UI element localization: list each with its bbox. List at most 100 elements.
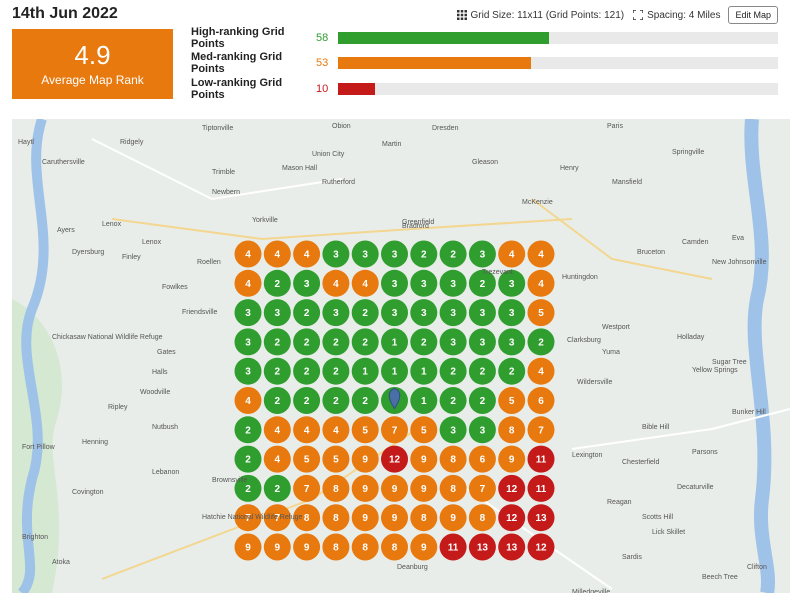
grid-point[interactable]: 2: [234, 416, 262, 444]
grid-point[interactable]: 11: [439, 533, 467, 561]
grid-point[interactable]: 3: [263, 299, 291, 327]
grid-point[interactable]: 9: [293, 533, 321, 561]
grid-point[interactable]: 3: [293, 269, 321, 297]
grid-point[interactable]: 2: [293, 387, 321, 414]
grid-point[interactable]: 12: [498, 474, 526, 502]
grid-point[interactable]: 1: [410, 357, 438, 385]
grid-point[interactable]: 8: [468, 504, 496, 532]
grid-point[interactable]: 2: [468, 387, 496, 414]
grid-point[interactable]: 9: [351, 474, 379, 502]
grid-point[interactable]: 9: [351, 445, 379, 473]
grid-point[interactable]: 3: [410, 299, 438, 327]
grid-point[interactable]: 9: [351, 504, 379, 532]
grid-point[interactable]: 2: [293, 299, 321, 327]
grid-point[interactable]: 4: [263, 445, 291, 473]
grid-point[interactable]: 9: [410, 533, 438, 561]
grid-point[interactable]: 9: [381, 474, 408, 502]
grid-point[interactable]: 7: [293, 474, 321, 502]
grid-point[interactable]: 1: [381, 328, 408, 356]
grid-point[interactable]: 12: [381, 445, 408, 473]
grid-point[interactable]: 4: [322, 269, 350, 297]
grid-point[interactable]: 3: [468, 328, 496, 356]
grid-point[interactable]: 2: [263, 269, 291, 297]
grid-point[interactable]: 3: [439, 416, 467, 444]
grid-point[interactable]: 2: [351, 299, 379, 327]
grid-point[interactable]: 13: [468, 533, 496, 561]
grid-point[interactable]: 12: [527, 533, 555, 561]
grid-point[interactable]: 3: [439, 299, 467, 327]
grid-point[interactable]: 9: [410, 445, 438, 473]
grid-point[interactable]: 11: [527, 445, 555, 473]
grid-point[interactable]: 3: [498, 328, 526, 356]
grid-point[interactable]: 8: [439, 445, 467, 473]
grid-point[interactable]: 4: [351, 269, 379, 297]
grid-point[interactable]: 7: [381, 416, 408, 444]
grid-point[interactable]: 6: [527, 387, 555, 414]
rank-map[interactable]: 4443332234442344333234332323333353222212…: [12, 119, 790, 593]
grid-point[interactable]: 3: [410, 269, 438, 297]
grid-point[interactable]: 13: [498, 533, 526, 561]
grid-point[interactable]: 3: [234, 328, 262, 356]
grid-point[interactable]: 5: [293, 445, 321, 473]
grid-point[interactable]: 2: [410, 240, 438, 268]
grid-point[interactable]: 4: [263, 416, 291, 444]
grid-point[interactable]: 2: [234, 445, 262, 473]
grid-point[interactable]: 9: [498, 445, 526, 473]
grid-point[interactable]: 8: [498, 416, 526, 444]
grid-point[interactable]: 5: [498, 387, 526, 414]
grid-point[interactable]: 2: [322, 387, 350, 414]
grid-point[interactable]: 9: [381, 504, 408, 532]
grid-point[interactable]: 8: [410, 504, 438, 532]
grid-point[interactable]: 4: [322, 416, 350, 444]
grid-point[interactable]: 5: [351, 416, 379, 444]
grid-point[interactable]: 9: [263, 533, 291, 561]
grid-point[interactable]: 3: [234, 357, 262, 385]
grid-point[interactable]: 3: [439, 328, 467, 356]
grid-point[interactable]: 2: [468, 357, 496, 385]
grid-point[interactable]: 8: [322, 474, 350, 502]
grid-point[interactable]: 4: [293, 416, 321, 444]
grid-point[interactable]: 2: [410, 328, 438, 356]
grid-point[interactable]: 4: [527, 240, 555, 268]
grid-point[interactable]: 5: [410, 416, 438, 444]
grid-point[interactable]: 3: [468, 299, 496, 327]
grid-point[interactable]: 4: [527, 269, 555, 297]
grid-point[interactable]: 2: [263, 357, 291, 385]
grid-point[interactable]: 6: [468, 445, 496, 473]
grid-point[interactable]: 3: [322, 240, 350, 268]
grid-point[interactable]: 3: [381, 240, 408, 268]
grid-point[interactable]: 2: [351, 328, 379, 356]
grid-point[interactable]: 13: [527, 504, 555, 532]
grid-point[interactable]: 5: [322, 445, 350, 473]
grid-point[interactable]: 3: [322, 299, 350, 327]
edit-map-button[interactable]: Edit Map: [728, 6, 778, 24]
grid-point[interactable]: 4: [293, 240, 321, 268]
grid-point[interactable]: 3: [351, 240, 379, 268]
grid-point[interactable]: 2: [263, 328, 291, 356]
grid-point[interactable]: 2: [263, 387, 291, 414]
grid-point[interactable]: 1: [381, 357, 408, 385]
grid-point[interactable]: 4: [263, 240, 291, 268]
grid-point[interactable]: 5: [527, 299, 555, 327]
grid-point[interactable]: 9: [234, 533, 262, 561]
grid-point[interactable]: 3: [234, 299, 262, 327]
grid-point[interactable]: 9: [439, 504, 467, 532]
grid-point[interactable]: 4: [234, 269, 262, 297]
grid-point[interactable]: 3: [381, 269, 408, 297]
grid-point[interactable]: 2: [293, 328, 321, 356]
grid-point[interactable]: 2: [293, 357, 321, 385]
grid-point[interactable]: 8: [381, 533, 408, 561]
grid-point[interactable]: 2: [439, 240, 467, 268]
grid-point[interactable]: 3: [381, 299, 408, 327]
grid-point[interactable]: 2: [322, 357, 350, 385]
grid-point[interactable]: 9: [410, 474, 438, 502]
grid-point[interactable]: 2: [527, 328, 555, 356]
grid-point[interactable]: 2: [439, 357, 467, 385]
grid-point[interactable]: 3: [468, 240, 496, 268]
grid-point[interactable]: 3: [468, 416, 496, 444]
grid-point[interactable]: 8: [351, 533, 379, 561]
grid-point[interactable]: 8: [322, 504, 350, 532]
grid-point[interactable]: 11: [527, 474, 555, 502]
grid-point[interactable]: 3: [498, 299, 526, 327]
grid-point[interactable]: 1: [351, 357, 379, 385]
